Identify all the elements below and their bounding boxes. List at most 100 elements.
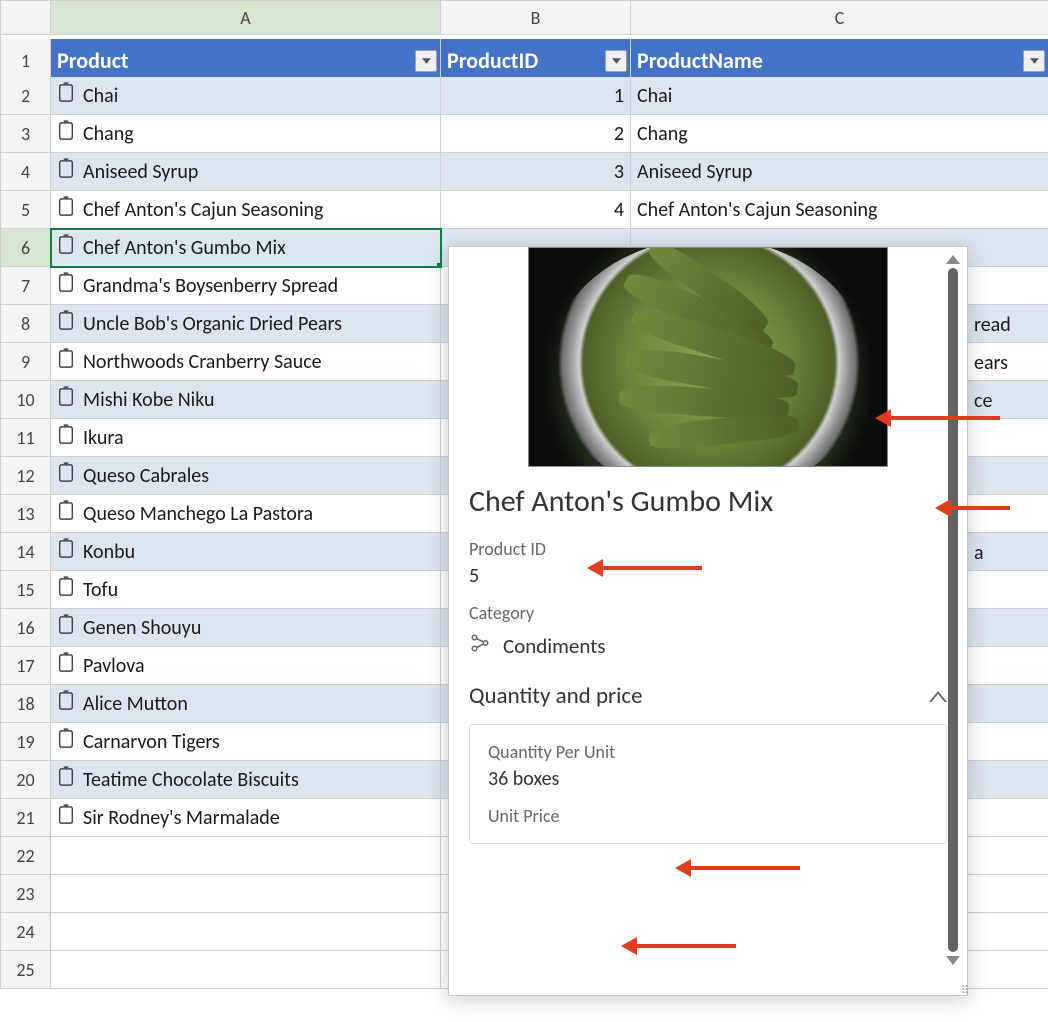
header-productid-label: ProductID bbox=[447, 47, 538, 74]
data-type-icon[interactable] bbox=[57, 348, 83, 376]
row-header[interactable]: 18 bbox=[1, 685, 51, 723]
row-header[interactable]: 22 bbox=[1, 837, 51, 875]
cell-A12[interactable]: Queso Cabrales bbox=[51, 457, 441, 495]
row-header[interactable]: 15 bbox=[1, 571, 51, 609]
cell-A15[interactable]: Tofu bbox=[51, 571, 441, 609]
row-header[interactable]: 2 bbox=[1, 77, 51, 115]
cell-A16[interactable]: Genen Shouyu bbox=[51, 609, 441, 647]
row-header[interactable]: 10 bbox=[1, 381, 51, 419]
row-header[interactable]: 24 bbox=[1, 913, 51, 951]
data-type-icon[interactable] bbox=[57, 234, 83, 262]
data-type-icon[interactable] bbox=[57, 690, 83, 718]
row-header[interactable]: 19 bbox=[1, 723, 51, 761]
cell-A5[interactable]: Chef Anton's Cajun Seasoning bbox=[51, 191, 441, 229]
header-product-label: Product bbox=[57, 47, 129, 74]
data-type-icon[interactable] bbox=[57, 652, 83, 680]
data-type-icon[interactable] bbox=[57, 766, 83, 794]
row-header[interactable]: 25 bbox=[1, 951, 51, 989]
data-type-icon[interactable] bbox=[57, 462, 83, 490]
cell-C5[interactable]: Chef Anton's Cajun Seasoning bbox=[631, 191, 1048, 229]
cell-B3[interactable]: 2 bbox=[441, 115, 631, 153]
cell-A9[interactable]: Northwoods Cranberry Sauce bbox=[51, 343, 441, 381]
card-productid-value: 5 bbox=[469, 564, 947, 588]
cell-A23[interactable] bbox=[51, 875, 441, 913]
cell-B2[interactable]: 1 bbox=[441, 77, 631, 115]
data-type-icon[interactable] bbox=[57, 728, 83, 756]
cell-a-value: Pavlova bbox=[83, 654, 145, 678]
row-header[interactable]: 3 bbox=[1, 115, 51, 153]
row-header[interactable]: 23 bbox=[1, 875, 51, 913]
cell-A22[interactable] bbox=[51, 837, 441, 875]
row-header[interactable]: 5 bbox=[1, 191, 51, 229]
cell-a-value: Chef Anton's Cajun Seasoning bbox=[83, 198, 323, 222]
cell-C2[interactable]: Chai bbox=[631, 77, 1048, 115]
cell-A11[interactable]: Ikura bbox=[51, 419, 441, 457]
cell-A14[interactable]: Konbu bbox=[51, 533, 441, 571]
cell-A17[interactable]: Pavlova bbox=[51, 647, 441, 685]
data-type-icon[interactable] bbox=[57, 158, 83, 186]
filter-dropdown-icon[interactable] bbox=[1023, 50, 1045, 72]
data-type-icon[interactable] bbox=[57, 500, 83, 528]
col-header-B[interactable]: B bbox=[441, 1, 631, 35]
row-header[interactable]: 20 bbox=[1, 761, 51, 799]
card-section-header[interactable]: Quantity and price bbox=[469, 682, 947, 710]
row-header[interactable]: 4 bbox=[1, 153, 51, 191]
cell-A2[interactable]: Chai bbox=[51, 77, 441, 115]
data-type-icon[interactable] bbox=[57, 196, 83, 224]
filter-dropdown-icon[interactable] bbox=[415, 50, 437, 72]
resize-grip-icon[interactable]: ⠿ bbox=[961, 989, 965, 993]
cell-A10[interactable]: Mishi Kobe Niku bbox=[51, 381, 441, 419]
row-header[interactable]: 7 bbox=[1, 267, 51, 305]
card-section-title: Quantity and price bbox=[469, 682, 643, 710]
cell-B4[interactable]: 3 bbox=[441, 153, 631, 191]
cell-A13[interactable]: Queso Manchego La Pastora bbox=[51, 495, 441, 533]
row-header[interactable]: 9 bbox=[1, 343, 51, 381]
linked-record-icon bbox=[469, 632, 491, 660]
row-header[interactable]: 13 bbox=[1, 495, 51, 533]
card-category-value[interactable]: Condiments bbox=[503, 633, 605, 659]
data-type-icon[interactable] bbox=[57, 576, 83, 604]
cell-A21[interactable]: Sir Rodney's Marmalade bbox=[51, 799, 441, 837]
row-header[interactable]: 16 bbox=[1, 609, 51, 647]
row-header[interactable]: 14 bbox=[1, 533, 51, 571]
data-type-icon[interactable] bbox=[57, 310, 83, 338]
cell-A7[interactable]: Grandma's Boysenberry Spread bbox=[51, 267, 441, 305]
row-header[interactable]: 8 bbox=[1, 305, 51, 343]
data-type-icon[interactable] bbox=[57, 804, 83, 832]
cell-C4[interactable]: Aniseed Syrup bbox=[631, 153, 1048, 191]
cell-A6[interactable]: Chef Anton's Gumbo Mix bbox=[51, 229, 441, 267]
cell-A8[interactable]: Uncle Bob's Organic Dried Pears bbox=[51, 305, 441, 343]
cell-A18[interactable]: Alice Mutton bbox=[51, 685, 441, 723]
card-scrollbar[interactable] bbox=[943, 255, 963, 965]
col-header-C[interactable]: C bbox=[631, 1, 1048, 35]
row-header[interactable]: 17 bbox=[1, 647, 51, 685]
cell-A20[interactable]: Teatime Chocolate Biscuits bbox=[51, 761, 441, 799]
scroll-track[interactable] bbox=[948, 268, 958, 952]
data-type-icon[interactable] bbox=[57, 614, 83, 642]
filter-dropdown-icon[interactable] bbox=[605, 50, 627, 72]
data-type-icon[interactable] bbox=[57, 386, 83, 414]
select-all-corner[interactable] bbox=[1, 1, 51, 35]
row-header[interactable]: 6 bbox=[1, 229, 51, 267]
card-category-label: Category bbox=[469, 602, 947, 624]
data-type-icon[interactable] bbox=[57, 272, 83, 300]
scroll-down-icon[interactable] bbox=[946, 956, 960, 965]
cell-A4[interactable]: Aniseed Syrup bbox=[51, 153, 441, 191]
scroll-up-icon[interactable] bbox=[946, 255, 960, 264]
cell-A25[interactable] bbox=[51, 951, 441, 989]
cell-A19[interactable]: Carnarvon Tigers bbox=[51, 723, 441, 761]
cell-a-value: Carnarvon Tigers bbox=[83, 730, 220, 754]
row-header[interactable]: 21 bbox=[1, 799, 51, 837]
row-header[interactable]: 11 bbox=[1, 419, 51, 457]
data-type-icon[interactable] bbox=[57, 538, 83, 566]
col-header-A[interactable]: A bbox=[51, 1, 441, 35]
cell-C3[interactable]: Chang bbox=[631, 115, 1048, 153]
cell-A3[interactable]: Chang bbox=[51, 115, 441, 153]
data-type-icon[interactable] bbox=[57, 424, 83, 452]
cell-B5[interactable]: 4 bbox=[441, 191, 631, 229]
data-type-icon[interactable] bbox=[57, 82, 83, 110]
row-header[interactable]: 12 bbox=[1, 457, 51, 495]
data-type-icon[interactable] bbox=[57, 120, 83, 148]
cell-A24[interactable] bbox=[51, 913, 441, 951]
cell-a-value: Genen Shouyu bbox=[83, 616, 201, 640]
